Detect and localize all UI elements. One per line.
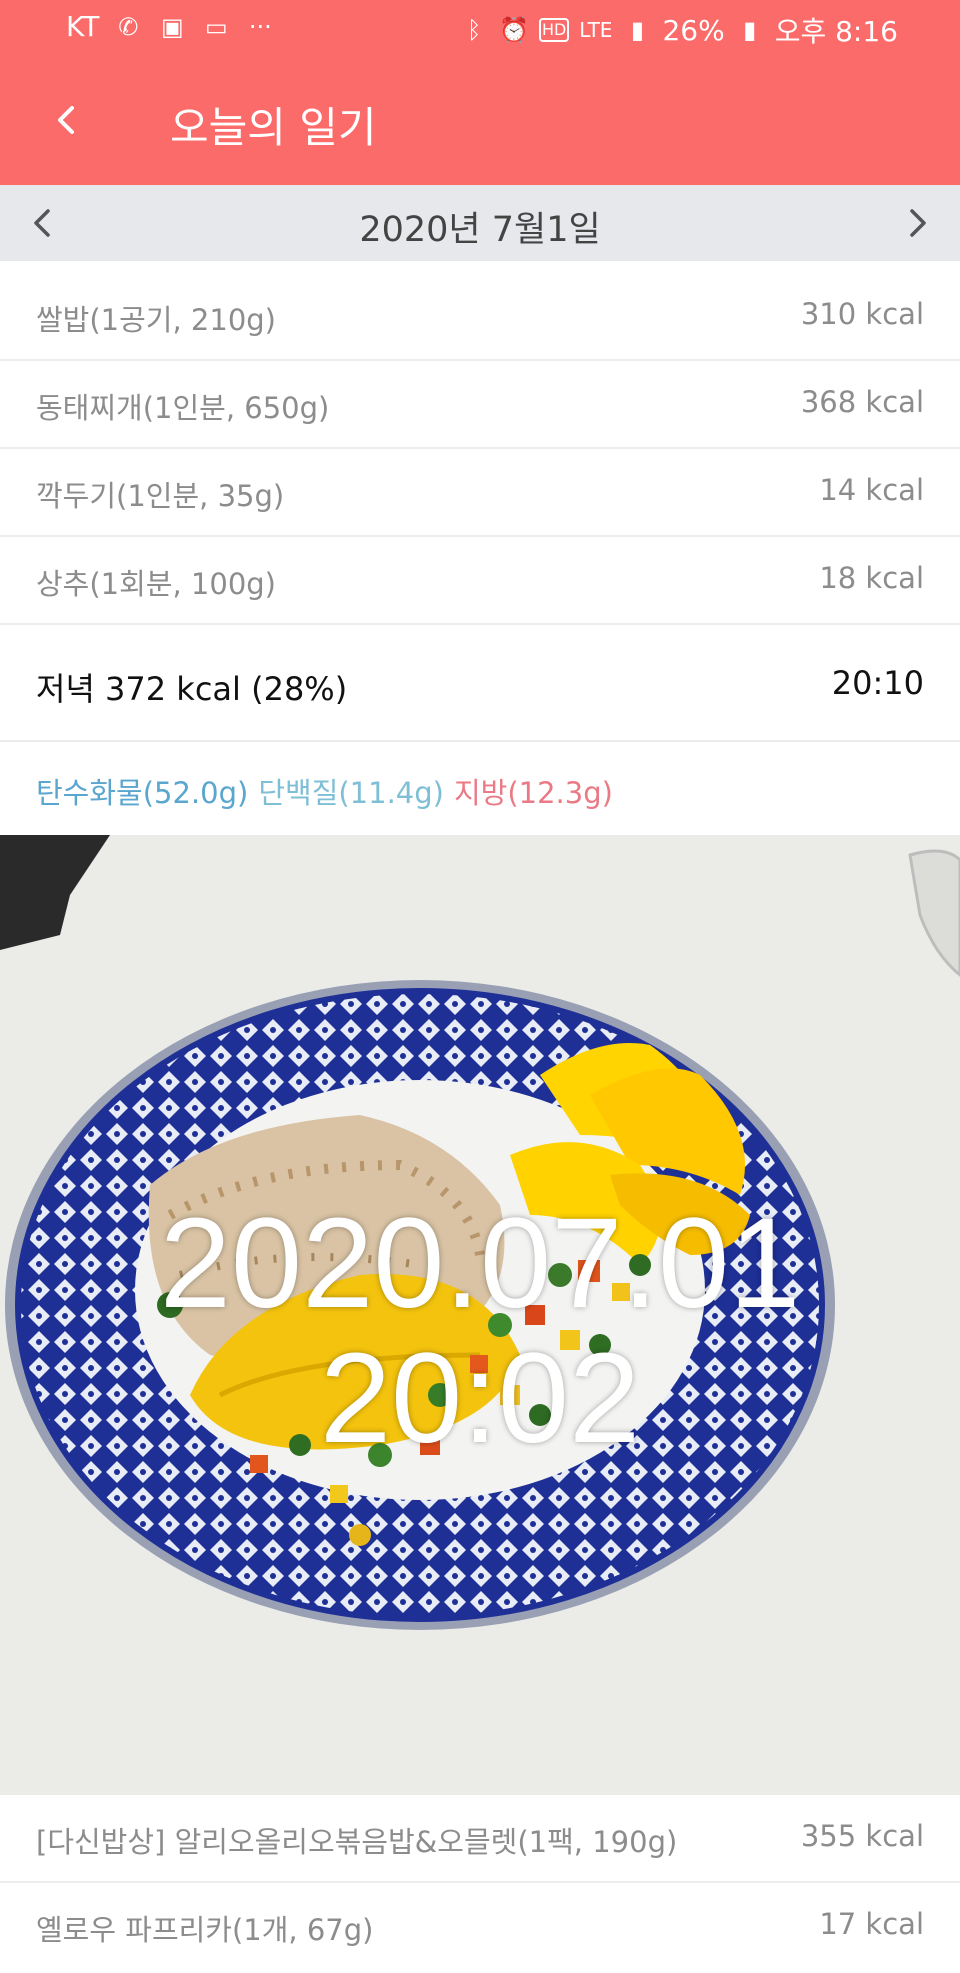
food-item-kcal: 18 kcal	[819, 561, 924, 595]
battery-icon: ▮	[743, 16, 757, 44]
food-item-name: [다신밥상] 알리오올리오볶음밥&오믈렛(1팩, 190g)	[36, 1825, 678, 1859]
food-item-row[interactable]: 옐로우 파프리카(1개, 67g) 17 kcal	[0, 1883, 960, 1971]
food-item-name: 쌀밥(1공기, 210g)	[36, 303, 276, 337]
food-item-name: 동태찌개(1인분, 650g)	[36, 391, 330, 425]
clock: 오후 8:16	[774, 15, 898, 48]
food-item-name: 상추(1회분, 100g)	[36, 567, 276, 601]
card-icon: ▭	[204, 12, 228, 41]
protein-label: 단백질(11.4g)	[258, 776, 444, 810]
more-dots-icon: ···	[248, 12, 272, 41]
meal-title: 저녁 372 kcal (28%)	[36, 670, 348, 708]
macro-summary: 탄수화물(52.0g) 단백질(11.4g) 지방(12.3g)	[36, 770, 613, 812]
status-bar: KT ✆ ▣ ▭ ··· ᛒ ⏰ HD LTE ▮ 26% ▮ 오후 8:16	[0, 0, 960, 56]
food-item-row[interactable]: 쌀밥(1공기, 210g) 310 kcal	[0, 273, 960, 361]
food-item-row[interactable]: 상추(1회분, 100g) 18 kcal	[0, 537, 960, 625]
chevron-right-icon	[910, 209, 926, 237]
page-title: 오늘의 일기	[170, 103, 377, 152]
date-navigator: 2020년 7월1일	[0, 185, 960, 261]
photo-time-stamp: 20:02	[319, 1327, 641, 1470]
fat-label: 지방(12.3g)	[453, 776, 613, 810]
food-item-name: 옐로우 파프리카(1개, 67g)	[36, 1913, 374, 1947]
battery-percent: 26%	[662, 13, 725, 47]
food-item-row[interactable]: 동태찌개(1인분, 650g) 368 kcal	[0, 361, 960, 449]
wifi-calling-icon: ✆	[118, 12, 139, 41]
photo-date-stamp: 2020.07.01	[159, 1192, 801, 1335]
chevron-left-icon	[58, 106, 74, 134]
voicemail-icon: ▣	[160, 12, 184, 41]
current-date: 2020년 7월1일	[359, 210, 601, 250]
back-button[interactable]	[44, 92, 88, 148]
hd-icon: HD	[539, 18, 570, 42]
food-item-kcal: 17 kcal	[819, 1907, 924, 1941]
lte-icon: LTE	[579, 18, 613, 42]
food-item-name: 깍두기(1인분, 35g)	[36, 479, 285, 513]
meal-header-dinner[interactable]: 저녁 372 kcal (28%) 20:10	[0, 628, 960, 742]
alarm-icon: ⏰	[499, 16, 530, 44]
carrier-label: KT	[66, 10, 100, 43]
signal-icon: ▮	[630, 16, 645, 44]
food-item-row[interactable]: [다신밥상] 알리오올리오볶음밥&오믈렛(1팩, 190g) 355 kcal	[0, 1795, 960, 1883]
food-item-kcal: 14 kcal	[819, 473, 924, 507]
app-header: KT ✆ ▣ ▭ ··· ᛒ ⏰ HD LTE ▮ 26% ▮ 오후 8:16 …	[0, 0, 960, 185]
food-item-row[interactable]: 깍두기(1인분, 35g) 14 kcal	[0, 449, 960, 537]
next-day-button[interactable]	[894, 201, 938, 245]
food-item-kcal: 355 kcal	[800, 1819, 924, 1853]
food-item-kcal: 368 kcal	[800, 385, 924, 419]
food-item-kcal: 310 kcal	[800, 297, 924, 331]
bluetooth-icon: ᛒ	[467, 16, 482, 44]
carbohydrate-label: 탄수화물(52.0g)	[36, 776, 249, 810]
meal-time: 20:10	[831, 664, 924, 702]
meal-photo[interactable]: 2020.07.01 20:02	[0, 835, 960, 1795]
